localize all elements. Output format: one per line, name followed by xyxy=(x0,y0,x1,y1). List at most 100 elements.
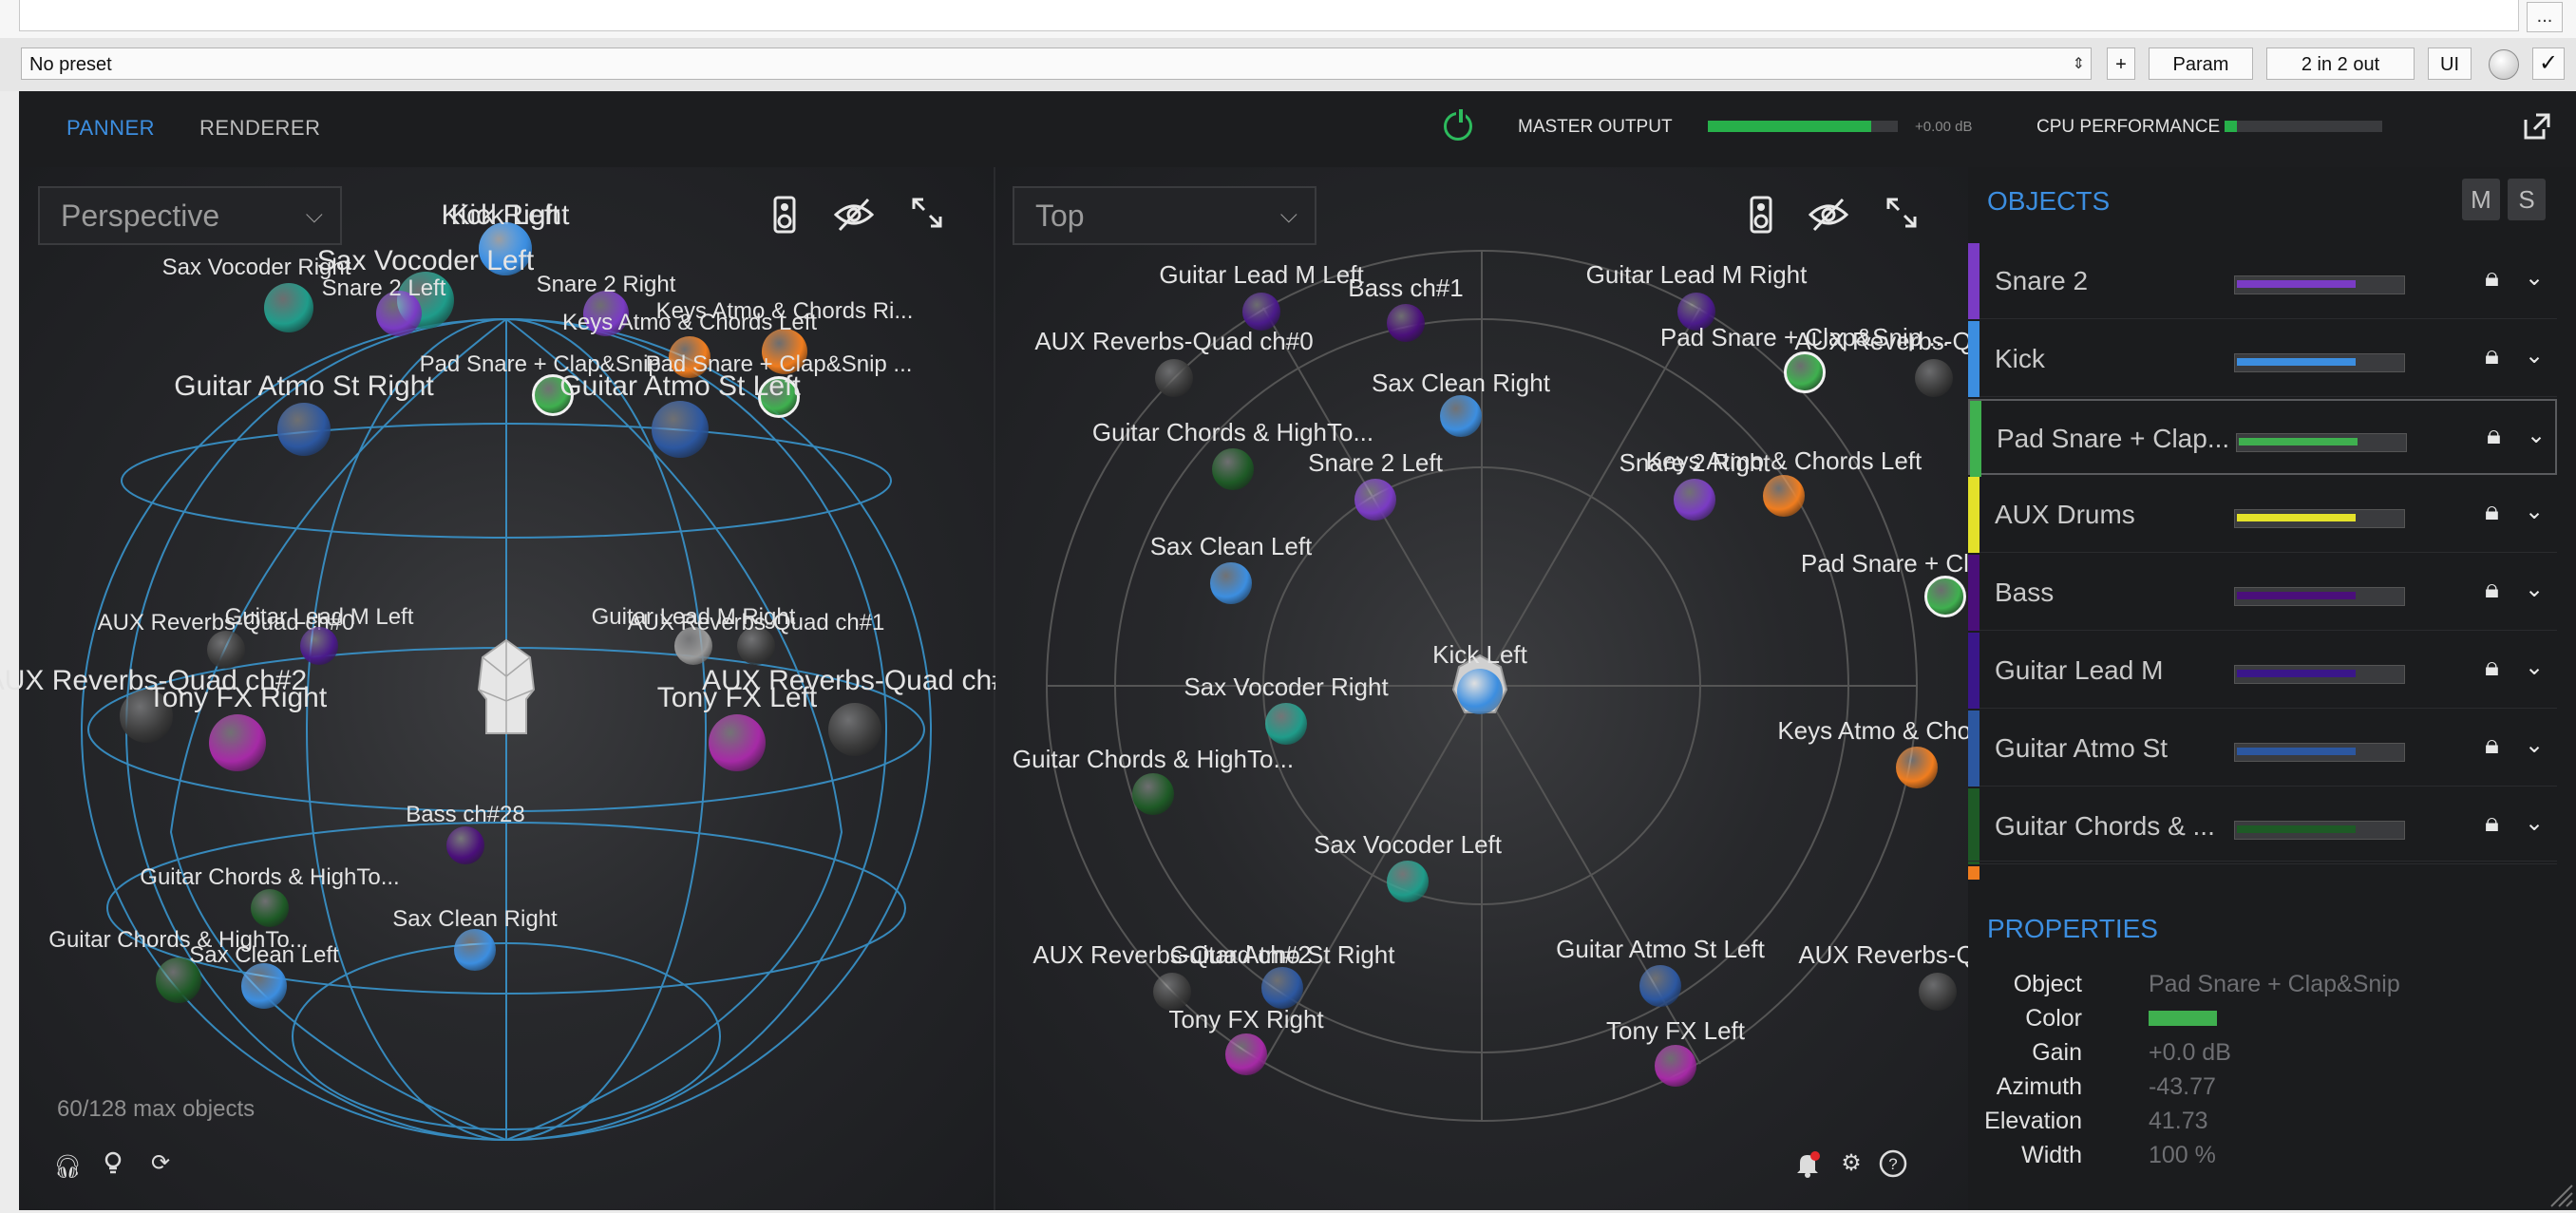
chevron-down-icon[interactable]: ⌄ xyxy=(2525,264,2544,292)
object-gain-slider[interactable] xyxy=(2234,275,2405,294)
perspective-object-point[interactable] xyxy=(277,403,331,456)
hide-icon[interactable] xyxy=(1808,196,1849,234)
top-object-point[interactable] xyxy=(1457,669,1503,714)
popout-icon[interactable] xyxy=(2523,112,2551,141)
top-object-point[interactable] xyxy=(1212,448,1254,490)
top-object-point[interactable] xyxy=(1387,861,1429,902)
top-object-point[interactable] xyxy=(1261,967,1303,1009)
top-object-point[interactable] xyxy=(1896,747,1938,788)
expand-icon[interactable] xyxy=(908,196,946,234)
add-preset-button[interactable]: + xyxy=(2107,47,2135,80)
top-object-point[interactable] xyxy=(1354,479,1396,521)
expand-icon[interactable] xyxy=(1883,196,1921,234)
lock-icon[interactable]: 🔒︎ xyxy=(2485,262,2499,294)
top-object-point[interactable] xyxy=(1924,576,1966,617)
lock-icon[interactable]: 🔒︎ xyxy=(2485,730,2499,761)
lock-icon[interactable]: 🔒︎ xyxy=(2487,420,2501,451)
host-text-field[interactable] xyxy=(19,0,2519,31)
object-row[interactable]: Snare 2 🔒︎ ⌄ xyxy=(1968,243,2557,319)
lock-icon[interactable]: 🔒︎ xyxy=(2485,652,2499,683)
mute-all-button[interactable]: M xyxy=(2462,179,2500,220)
prop-gain-value[interactable]: +0.0 dB xyxy=(2149,1039,2231,1067)
chevron-down-icon[interactable]: ⌄ xyxy=(2525,731,2544,759)
perspective-object-point[interactable] xyxy=(264,283,313,332)
object-row[interactable]: AUX Drums 🔒︎ ⌄ xyxy=(1968,477,2557,553)
bypass-checkbox[interactable]: ✓ xyxy=(2532,47,2565,80)
object-gain-slider[interactable] xyxy=(2234,743,2405,762)
perspective-object-point[interactable] xyxy=(652,401,709,458)
top-object-point[interactable] xyxy=(1639,965,1681,1007)
perspective-object-point[interactable] xyxy=(209,714,266,771)
tab-panner[interactable]: PANNER xyxy=(66,116,155,141)
top-object-point[interactable] xyxy=(1763,475,1805,517)
chevron-down-icon[interactable]: ⌄ xyxy=(2525,498,2544,525)
object-row[interactable]: Guitar Atmo St 🔒︎ ⌄ xyxy=(1968,711,2557,787)
bulb-icon[interactable] xyxy=(99,1151,127,1183)
solo-all-button[interactable]: S xyxy=(2508,179,2546,220)
perspective-object-point[interactable] xyxy=(300,627,338,665)
object-gain-slider[interactable] xyxy=(2234,665,2405,684)
hide-icon[interactable] xyxy=(833,196,875,234)
chevron-down-icon[interactable]: ⌄ xyxy=(2527,422,2546,449)
lock-icon[interactable]: 🔒︎ xyxy=(2485,807,2499,839)
param-button[interactable]: Param xyxy=(2149,47,2253,80)
power-icon[interactable] xyxy=(1444,109,1472,141)
gear-icon[interactable]: ⚙ xyxy=(1837,1149,1866,1177)
top-object-point[interactable] xyxy=(1132,773,1174,815)
speaker-icon[interactable] xyxy=(766,196,804,234)
view-mode-select-left[interactable]: Perspective ⌵ xyxy=(38,186,342,245)
top-object-point[interactable] xyxy=(1915,359,1953,397)
lock-icon[interactable]: 🔒︎ xyxy=(2485,496,2499,527)
object-row[interactable]: Kick 🔒︎ ⌄ xyxy=(1968,321,2557,397)
chevron-down-icon[interactable]: ⌄ xyxy=(2525,342,2544,370)
prop-color-swatch[interactable] xyxy=(2149,1011,2217,1026)
perspective-view[interactable]: Perspective ⌵ 60/128 max objects 🎧︎ ⟳ Ki… xyxy=(0,167,1008,1210)
notification-bell-icon[interactable] xyxy=(1793,1151,1822,1185)
ui-button[interactable]: UI xyxy=(2428,47,2472,80)
chevron-down-icon[interactable]: ⌄ xyxy=(2525,809,2544,837)
top-object-point[interactable] xyxy=(1265,703,1307,745)
speaker-icon[interactable] xyxy=(1742,196,1780,234)
perspective-object-point[interactable] xyxy=(251,889,289,927)
prop-width-value[interactable]: 100 % xyxy=(2149,1142,2216,1169)
top-object-point[interactable] xyxy=(1440,395,1482,437)
perspective-object-point[interactable] xyxy=(207,631,245,669)
chevron-down-icon[interactable]: ⌄ xyxy=(2525,576,2544,603)
top-view[interactable]: Top ⌵ ⚙ ? Guitar Lead M Left Bass ch#1 Gui… xyxy=(995,167,2090,1210)
preset-select[interactable]: No preset ⇕ xyxy=(21,47,2092,80)
object-gain-slider[interactable] xyxy=(2236,433,2407,452)
object-gain-slider[interactable] xyxy=(2234,509,2405,528)
object-row[interactable]: Bass 🔒︎ ⌄ xyxy=(1968,555,2557,631)
io-config-button[interactable]: 2 in 2 out xyxy=(2266,47,2415,80)
top-object-point[interactable] xyxy=(1242,293,1280,331)
headphones-icon[interactable]: 🎧︎ xyxy=(53,1153,82,1181)
lock-icon[interactable]: 🔒︎ xyxy=(2485,340,2499,371)
object-gain-slider[interactable] xyxy=(2234,821,2405,840)
top-object-point[interactable] xyxy=(1784,351,1826,393)
tab-renderer[interactable]: RENDERER xyxy=(199,116,320,141)
dry-wet-knob[interactable] xyxy=(2489,49,2519,80)
object-row[interactable]: Pad Snare + Clap... 🔒︎ ⌄ xyxy=(1968,399,2557,477)
top-object-point[interactable] xyxy=(1155,359,1193,397)
host-menu-button[interactable]: ... xyxy=(2527,2,2563,32)
prop-object-value[interactable]: Pad Snare + Clap&Snip xyxy=(2149,971,2400,998)
top-object-point[interactable] xyxy=(1387,304,1425,342)
object-gain-slider[interactable] xyxy=(2234,353,2405,372)
perspective-object-point[interactable] xyxy=(446,826,484,864)
reset-icon[interactable]: ⟳ xyxy=(146,1149,175,1177)
top-object-point[interactable] xyxy=(1655,1045,1696,1087)
perspective-object-point[interactable] xyxy=(454,929,496,971)
lock-icon[interactable]: 🔒︎ xyxy=(2485,574,2499,605)
prop-azimuth-value[interactable]: -43.77 xyxy=(2149,1073,2216,1101)
perspective-object-point[interactable] xyxy=(709,714,766,771)
top-object-point[interactable] xyxy=(1674,479,1715,521)
object-row[interactable]: Guitar Lead M 🔒︎ ⌄ xyxy=(1968,633,2557,709)
chevron-down-icon[interactable]: ⌄ xyxy=(2525,654,2544,681)
perspective-object-point[interactable] xyxy=(828,703,881,756)
top-object-point[interactable] xyxy=(1210,562,1252,604)
object-gain-slider[interactable] xyxy=(2234,587,2405,606)
object-row[interactable]: Guitar Chords & ... 🔒︎ ⌄ xyxy=(1968,788,2557,864)
perspective-object-point[interactable] xyxy=(241,963,287,1009)
resize-grip-icon[interactable] xyxy=(2546,1180,2574,1208)
view-mode-select-right[interactable]: Top ⌵ xyxy=(1013,186,1316,245)
